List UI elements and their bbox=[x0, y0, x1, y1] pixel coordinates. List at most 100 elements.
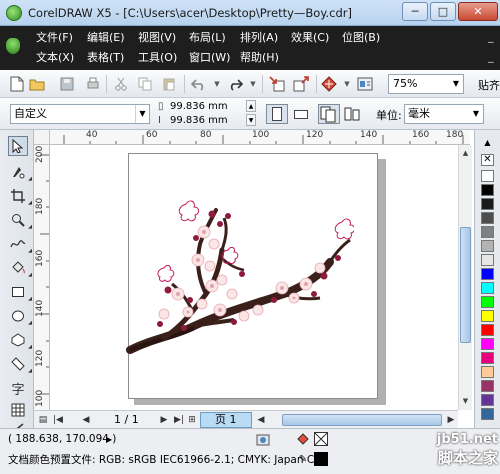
paste-icon[interactable] bbox=[160, 75, 178, 93]
redo-dropdown-icon[interactable]: ▼ bbox=[244, 75, 262, 93]
palette-swatch[interactable] bbox=[481, 240, 494, 252]
scroll-left-icon[interactable]: ◀ bbox=[256, 413, 266, 427]
rectangle-tool[interactable]: ◢ bbox=[8, 282, 32, 302]
scroll-up-icon[interactable]: ▲ bbox=[460, 147, 471, 159]
cut-icon[interactable] bbox=[112, 75, 130, 93]
current-page-icon bbox=[344, 107, 360, 121]
vertical-scroll-thumb[interactable] bbox=[460, 227, 471, 343]
palette-swatch[interactable] bbox=[481, 212, 494, 224]
add-page-icon[interactable]: ⊞ bbox=[186, 413, 198, 427]
freehand-tool[interactable]: ◢ bbox=[8, 234, 32, 254]
zoom-tool[interactable]: ◢ bbox=[8, 210, 32, 230]
palette-swatch[interactable] bbox=[481, 268, 494, 280]
palette-swatch[interactable] bbox=[481, 254, 494, 266]
ruler-origin[interactable] bbox=[34, 130, 50, 145]
page-width-stepper[interactable]: ▲ bbox=[246, 100, 256, 112]
menu-row-2-minimize[interactable]: _ bbox=[488, 50, 494, 63]
table-tool[interactable] bbox=[8, 400, 28, 420]
palette-swatch[interactable] bbox=[481, 198, 494, 210]
palette-swatch[interactable] bbox=[481, 324, 494, 336]
scroll-down-icon[interactable]: ▼ bbox=[460, 395, 471, 407]
status-expand-icon[interactable]: ▶ bbox=[106, 435, 112, 444]
crop-tool[interactable]: ◢ bbox=[8, 186, 32, 206]
previous-page-icon[interactable]: ◀ bbox=[80, 413, 92, 427]
menu-edit[interactable]: 编辑(E) bbox=[85, 30, 136, 46]
polygon-tool[interactable]: ◢ bbox=[8, 330, 32, 350]
menu-file[interactable]: 文件(F) bbox=[34, 30, 85, 46]
basic-shapes-tool[interactable]: ◢ bbox=[8, 354, 32, 374]
new-file-icon[interactable] bbox=[8, 75, 26, 93]
shape-tool[interactable]: ◢ bbox=[8, 162, 32, 182]
launcher-dropdown-icon[interactable]: ▼ bbox=[338, 75, 356, 93]
menu-window[interactable]: 窗口(W) bbox=[187, 50, 238, 66]
last-page-icon[interactable]: ▶| bbox=[172, 413, 186, 427]
next-page-icon[interactable]: ▶ bbox=[158, 413, 170, 427]
palette-swatch[interactable] bbox=[481, 380, 494, 392]
welcome-screen-icon[interactable] bbox=[356, 75, 374, 93]
menu-help[interactable]: 帮助(H) bbox=[238, 50, 289, 66]
page-preset-select[interactable]: 自定义 ▼ bbox=[10, 104, 150, 124]
menu-layout[interactable]: 布局(L) bbox=[187, 30, 238, 46]
palette-swatch[interactable] bbox=[481, 352, 494, 364]
menu-row-1-restore[interactable]: _ bbox=[488, 30, 494, 43]
vertical-ruler[interactable]: 200 180 160 140 120 100 bbox=[34, 145, 50, 410]
close-button[interactable]: ✕ bbox=[458, 2, 498, 21]
minimize-button[interactable]: ─ bbox=[402, 2, 428, 21]
menu-view[interactable]: 视图(V) bbox=[136, 30, 187, 46]
save-icon[interactable] bbox=[58, 75, 76, 93]
print-icon[interactable] bbox=[84, 75, 102, 93]
menu-effects[interactable]: 效果(C) bbox=[289, 30, 340, 46]
palette-swatch[interactable] bbox=[481, 366, 494, 378]
undo-dropdown-icon[interactable]: ▼ bbox=[208, 75, 226, 93]
palette-scroll-up-icon[interactable]: ▲ bbox=[481, 138, 494, 150]
current-page-button[interactable] bbox=[342, 104, 364, 124]
palette-swatch[interactable] bbox=[481, 170, 494, 182]
menu-tools[interactable]: 工具(O) bbox=[136, 50, 187, 66]
plum-blossom-artwork[interactable] bbox=[124, 198, 354, 362]
first-page-icon[interactable]: |◀ bbox=[52, 413, 64, 427]
maximize-button[interactable]: □ bbox=[430, 2, 456, 21]
copy-icon[interactable] bbox=[136, 75, 154, 93]
palette-swatch[interactable] bbox=[481, 394, 494, 406]
horizontal-scroll-thumb[interactable] bbox=[282, 414, 442, 426]
palette-swatch[interactable] bbox=[481, 310, 494, 322]
redo-icon[interactable] bbox=[226, 75, 244, 93]
no-fill-swatch[interactable]: ✕ bbox=[481, 154, 494, 166]
pick-tool[interactable] bbox=[8, 136, 28, 156]
all-pages-button[interactable] bbox=[318, 104, 340, 124]
units-select[interactable]: 毫米 ▼ bbox=[404, 104, 484, 124]
outline-pen-icon[interactable]: ✎ bbox=[296, 452, 310, 466]
fill-bucket-icon[interactable] bbox=[296, 432, 310, 446]
page-height-field[interactable]: Ⅰ 99.836 mm bbox=[158, 114, 258, 127]
scroll-right-icon[interactable]: ▶ bbox=[446, 413, 456, 427]
undo-icon[interactable] bbox=[190, 75, 208, 93]
zoom-level-select[interactable]: 75% ▼ bbox=[388, 74, 464, 94]
page-manager-icon[interactable]: ▤ bbox=[36, 413, 50, 427]
menu-text[interactable]: 文本(X) bbox=[34, 50, 85, 66]
palette-swatch[interactable] bbox=[481, 282, 494, 294]
text-tool[interactable]: 字 bbox=[8, 378, 28, 398]
palette-swatch[interactable] bbox=[481, 408, 494, 420]
vertical-scrollbar[interactable]: ▲ ▼ bbox=[458, 145, 472, 410]
menu-bitmaps[interactable]: 位图(B) bbox=[340, 30, 391, 46]
ellipse-tool[interactable]: ◢ bbox=[8, 306, 32, 326]
smart-fill-tool[interactable]: ◢ bbox=[8, 258, 32, 278]
landscape-button[interactable] bbox=[290, 104, 312, 124]
menu-table[interactable]: 表格(T) bbox=[85, 50, 136, 66]
portrait-button[interactable] bbox=[266, 104, 288, 124]
page-height-stepper[interactable]: ▼ bbox=[246, 114, 256, 126]
palette-swatch[interactable] bbox=[481, 226, 494, 238]
palette-swatch[interactable] bbox=[481, 184, 494, 196]
color-proof-icon[interactable] bbox=[256, 433, 270, 447]
export-icon[interactable] bbox=[292, 75, 310, 93]
application-launcher-icon[interactable] bbox=[320, 75, 338, 93]
palette-swatch[interactable] bbox=[481, 296, 494, 308]
menu-arrange[interactable]: 排列(A) bbox=[238, 30, 289, 46]
page-width-field[interactable]: ▯ 99.836 mm bbox=[158, 100, 258, 113]
snap-to-menu[interactable]: 贴齐 bbox=[478, 77, 500, 93]
horizontal-ruler[interactable]: 40 60 80 100 120 140 160 180 bbox=[50, 130, 470, 145]
page-tab[interactable]: 页 1 bbox=[200, 412, 252, 428]
palette-swatch[interactable] bbox=[481, 338, 494, 350]
import-icon[interactable] bbox=[268, 75, 286, 93]
open-icon[interactable] bbox=[28, 75, 46, 93]
